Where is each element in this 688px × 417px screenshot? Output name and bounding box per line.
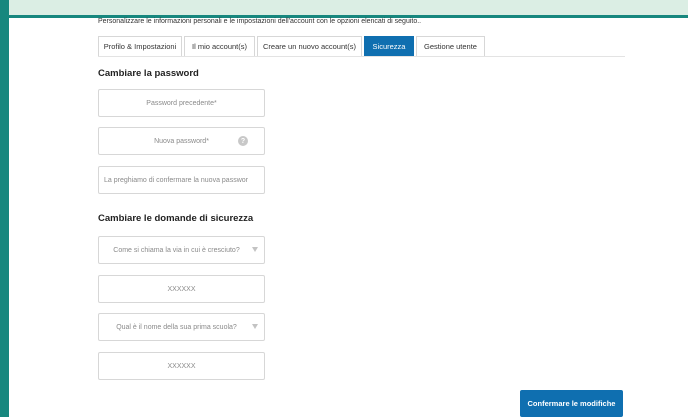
tab-profile-settings[interactable]: Profilo & Impostazioni bbox=[98, 36, 182, 57]
tab-my-accounts[interactable]: Il mio account(s) bbox=[184, 36, 255, 57]
tab-create-account[interactable]: Creare un nuovo account(s) bbox=[257, 36, 362, 57]
new-password-field[interactable]: Nuova password* ? bbox=[98, 127, 265, 155]
old-password-field[interactable]: Password precedente* bbox=[98, 89, 265, 117]
confirm-password-placeholder: La preghiamo di confermare la nuova pass… bbox=[104, 176, 248, 184]
security-answer-1-field[interactable]: XXXXXX bbox=[98, 275, 265, 303]
security-question-2-value: Qual è il nome della sua prima scuola? bbox=[116, 323, 237, 331]
tab-divider bbox=[98, 56, 625, 57]
security-question-1-select[interactable]: Come si chiama la via in cui è cresciuto… bbox=[98, 236, 265, 264]
confirm-changes-button[interactable]: Confermare le modifiche bbox=[520, 390, 623, 417]
old-password-placeholder: Password precedente* bbox=[146, 99, 217, 107]
new-password-placeholder: Nuova password* bbox=[154, 137, 209, 145]
tab-security[interactable]: Sicurezza bbox=[364, 36, 414, 57]
security-answer-2-value: XXXXXX bbox=[167, 362, 196, 370]
security-question-2-select[interactable]: Qual è il nome della sua prima scuola? bbox=[98, 313, 265, 341]
left-accent-bar bbox=[0, 0, 9, 417]
security-questions-title: Cambiare le domande di sicurezza bbox=[98, 213, 254, 224]
tab-user-management[interactable]: Gestione utente bbox=[416, 36, 485, 57]
password-section-title: Cambiare la password bbox=[98, 68, 199, 79]
dropdown-arrow-icon bbox=[252, 324, 258, 329]
security-answer-1-value: XXXXXX bbox=[167, 285, 196, 293]
security-answer-2-field[interactable]: XXXXXX bbox=[98, 352, 265, 380]
question-icon[interactable]: ? bbox=[238, 136, 248, 146]
intro-text: Personalizzare le informazioni personali… bbox=[98, 18, 422, 25]
tab-bar: Profilo & Impostazioni Il mio account(s)… bbox=[98, 36, 487, 57]
dropdown-arrow-icon bbox=[252, 247, 258, 252]
confirm-password-field[interactable]: La preghiamo di confermare la nuova pass… bbox=[98, 166, 265, 194]
security-question-1-value: Come si chiama la via in cui è cresciuto… bbox=[113, 246, 240, 254]
